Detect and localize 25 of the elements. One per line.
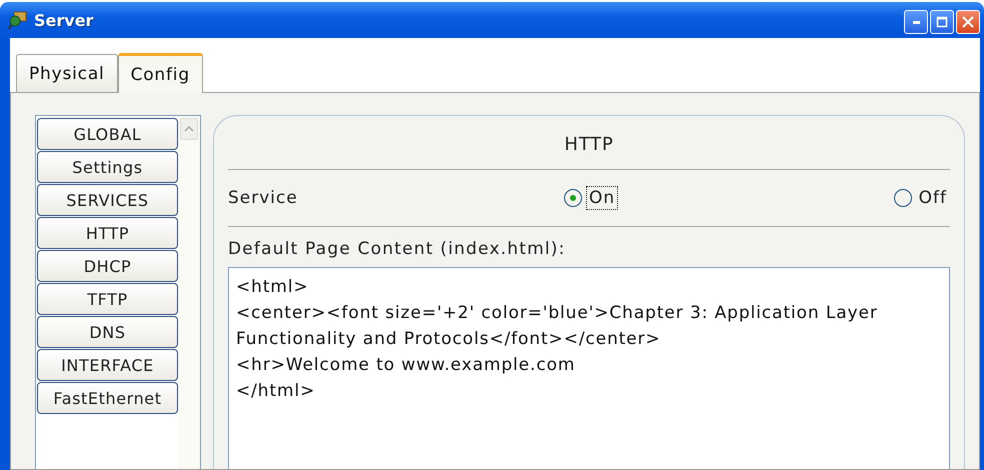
sidebar-item[interactable]: DHCP <box>37 250 178 282</box>
sidebar-item[interactable]: HTTP <box>37 217 178 249</box>
scrollbar[interactable] <box>178 116 200 469</box>
sidebar-item[interactable]: INTERFACE <box>37 349 178 381</box>
minimize-icon <box>912 20 920 24</box>
text-area[interactable]: <html> <center><font size='+2' color='blue'>Chapter 3: Application Layer Functionality and Protocols</font></center> <hr>Welcome to www.example.com </html> <box>228 267 950 469</box>
close-button[interactable] <box>956 10 980 34</box>
sidebar-item[interactable]: Settings <box>37 151 178 183</box>
sidebar-item[interactable]: FastEthernet <box>37 382 178 414</box>
minimize-button[interactable] <box>904 10 928 34</box>
tab[interactable]: Config <box>118 53 203 93</box>
close-icon <box>962 16 974 28</box>
content-label: Default Page Content (index.html): <box>228 238 567 261</box>
sidebar-item[interactable]: TFTP <box>37 283 178 315</box>
caret-up-icon <box>184 126 194 132</box>
tab[interactable]: Physical <box>16 54 118 92</box>
sidebar-item[interactable]: SERVICES <box>37 184 178 216</box>
radio-option[interactable]: Off <box>894 186 950 210</box>
sidebar-item[interactable]: DNS <box>37 316 178 348</box>
maximize-icon <box>936 16 948 28</box>
maximize-button[interactable] <box>930 10 954 34</box>
window-title: Server <box>34 10 94 30</box>
panel-title: HTTP <box>228 126 950 170</box>
service-label: Service <box>228 188 299 208</box>
sidebar-item[interactable]: GLOBAL <box>37 118 178 150</box>
